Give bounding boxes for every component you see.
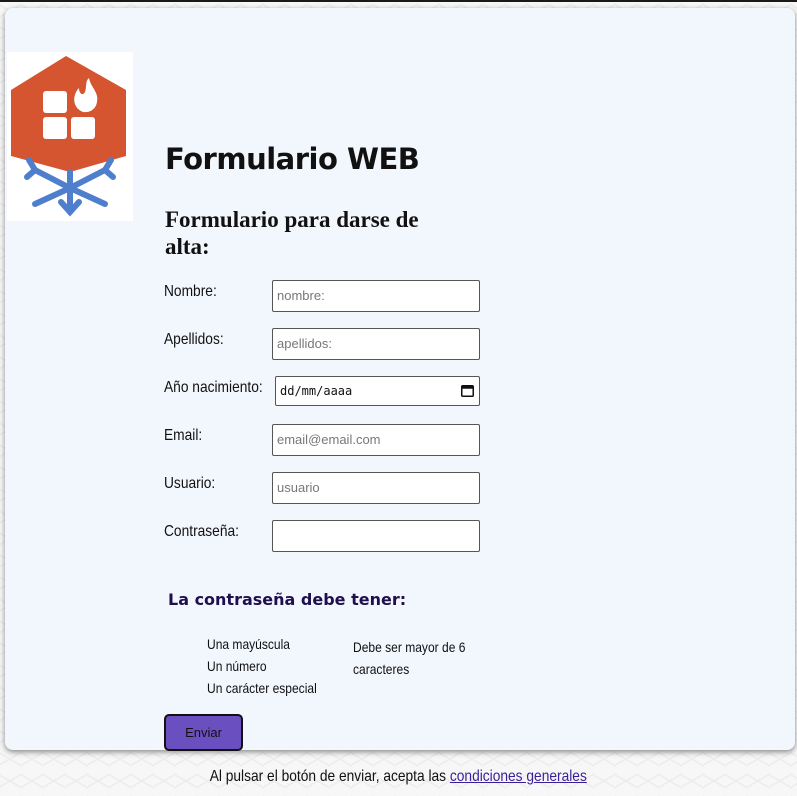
top-border [0,0,797,2]
page-title: Formulario WEB [165,142,420,176]
footer-text: Al pulsar el botón de enviar, acepta las [209,768,447,785]
rule-special-char: Un carácter especial [207,680,317,696]
password-rules-heading: La contraseña debe tener: [168,590,407,609]
email-label: Email: [164,427,203,444]
house-fire-snowflake-logo-icon [11,56,126,217]
birth-date-input[interactable]: dd/mm/aaaa [275,376,480,406]
rule-number: Un número [207,658,267,674]
nombre-label: Nombre: [164,283,217,300]
logo [7,52,133,221]
password-input[interactable] [272,520,480,552]
footer: Al pulsar el botón de enviar, acepta las… [0,768,797,786]
password-label: Contraseña: [164,523,239,540]
submit-button[interactable]: Enviar [164,714,243,751]
apellidos-label: Apellidos: [164,331,224,348]
apellidos-input[interactable]: apellidos: [272,328,480,360]
rule-min-length: Debe ser mayor de 6 caracteres [353,639,466,677]
form-subtitle: Formulario para darse de alta: [165,207,419,259]
rule-uppercase: Una mayúscula [207,636,290,652]
usuario-input[interactable]: usuario [272,472,480,504]
date-format-text: dd/mm/aaaa [280,384,353,398]
usuario-label: Usuario: [164,475,216,492]
nombre-input[interactable]: nombre: [272,280,480,312]
email-input[interactable]: email@email.com [272,424,480,456]
terms-link[interactable]: condiciones generales [450,768,587,785]
footer-text-wrap: Al pulsar el botón de enviar, acepta las… [210,768,587,786]
calendar-icon[interactable] [461,384,474,397]
birth-year-label: Año nacimiento: [164,379,263,396]
